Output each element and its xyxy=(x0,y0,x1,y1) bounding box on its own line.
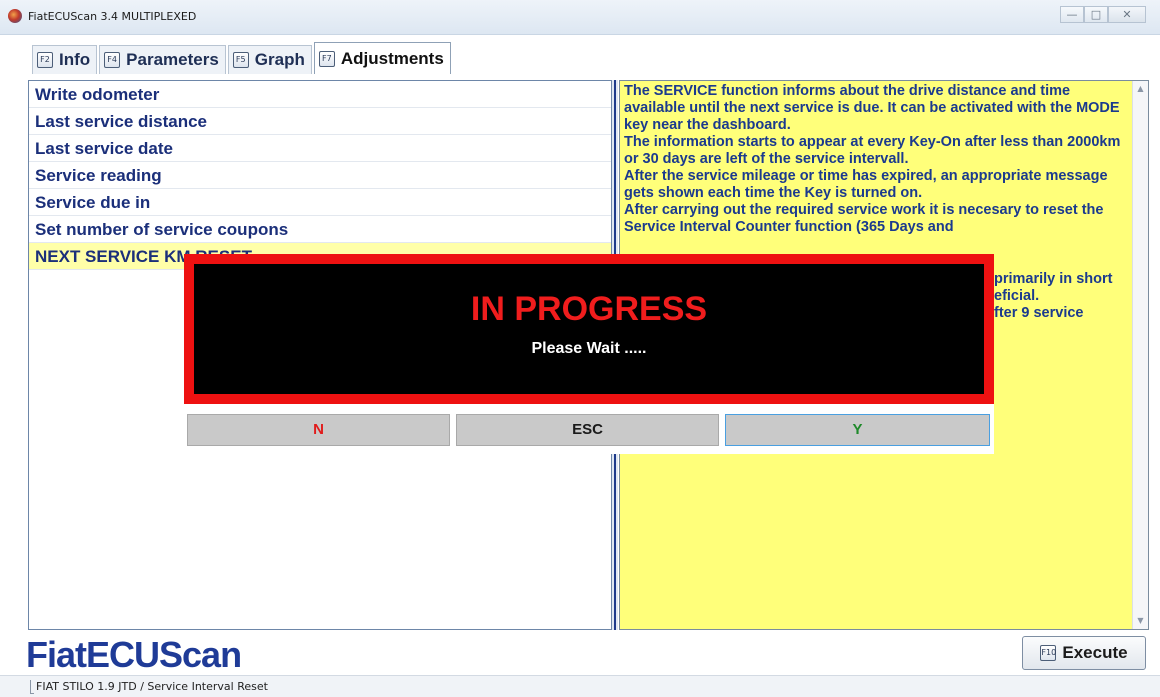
list-item-last-service-distance[interactable]: Last service distance xyxy=(29,108,611,135)
f5-key-icon: F5 xyxy=(232,52,249,68)
window-titlebar: FiatECUScan 3.4 MULTIPLEXED — □ ✕ xyxy=(0,0,1160,35)
tab-bar: F2 Info F4 Parameters F5 Graph F7 Adjust… xyxy=(32,42,453,74)
maximize-button[interactable]: □ xyxy=(1084,6,1108,23)
tab-parameters-label: Parameters xyxy=(126,50,219,69)
tab-graph[interactable]: F5 Graph xyxy=(227,45,312,74)
progress-title: IN PROGRESS xyxy=(470,290,708,328)
window-controls: — □ ✕ xyxy=(1060,6,1146,24)
scroll-down-icon[interactable]: ▼ xyxy=(1133,613,1148,629)
progress-subtitle: Please Wait ..... xyxy=(531,340,647,357)
f7-key-icon: F7 xyxy=(318,50,335,67)
fiatecuscan-logo: FiatECUScan xyxy=(26,634,242,675)
close-button[interactable]: ✕ xyxy=(1108,6,1146,23)
execute-label: Execute xyxy=(1062,643,1128,662)
f10-key-icon: F10 xyxy=(1040,645,1057,661)
scroll-up-icon[interactable]: ▲ xyxy=(1133,81,1148,97)
help-text: The SERVICE function informs about the d… xyxy=(624,83,1121,235)
window-title: FiatECUScan 3.4 MULTIPLEXED xyxy=(28,10,197,23)
esc-button[interactable]: ESC xyxy=(456,414,719,446)
tab-parameters[interactable]: F4 Parameters xyxy=(99,45,226,74)
execute-button[interactable]: F10 Execute xyxy=(1022,636,1146,670)
tab-info-label: Info xyxy=(59,50,91,69)
status-bar: FIAT STILO 1.9 JTD / Service Interval Re… xyxy=(0,675,1160,697)
minimize-button[interactable]: — xyxy=(1060,6,1084,23)
no-button[interactable]: N xyxy=(187,414,450,446)
status-text: FIAT STILO 1.9 JTD / Service Interval Re… xyxy=(36,680,268,693)
dialog-buttons: N ESC Y xyxy=(187,414,990,446)
f2-key-icon: F2 xyxy=(37,52,53,68)
list-item-write-odometer[interactable]: Write odometer xyxy=(29,81,611,108)
status-corner-icon xyxy=(30,680,34,694)
progress-dialog: IN PROGRESS Please Wait ..... xyxy=(184,254,994,404)
tab-adjustments-label: Adjustments xyxy=(340,48,444,68)
yes-button[interactable]: Y xyxy=(725,414,990,446)
list-item-set-service-coupons[interactable]: Set number of service coupons xyxy=(29,216,611,243)
list-item-service-reading[interactable]: Service reading xyxy=(29,162,611,189)
list-item-service-due-in[interactable]: Service due in xyxy=(29,189,611,216)
help-text-fragment-1: primarily in short xyxy=(994,271,1113,287)
tab-graph-label: Graph xyxy=(254,50,305,69)
help-text-fragment-3: fter 9 service xyxy=(994,305,1084,321)
tab-info[interactable]: F2 Info xyxy=(32,45,98,74)
help-text-fragment-2: eficial. xyxy=(994,288,1040,304)
list-item-last-service-date[interactable]: Last service date xyxy=(29,135,611,162)
app-icon xyxy=(8,9,22,23)
tab-adjustments[interactable]: F7 Adjustments xyxy=(313,42,451,74)
f4-key-icon: F4 xyxy=(104,52,121,68)
help-scrollbar[interactable]: ▲ ▼ xyxy=(1132,81,1148,629)
